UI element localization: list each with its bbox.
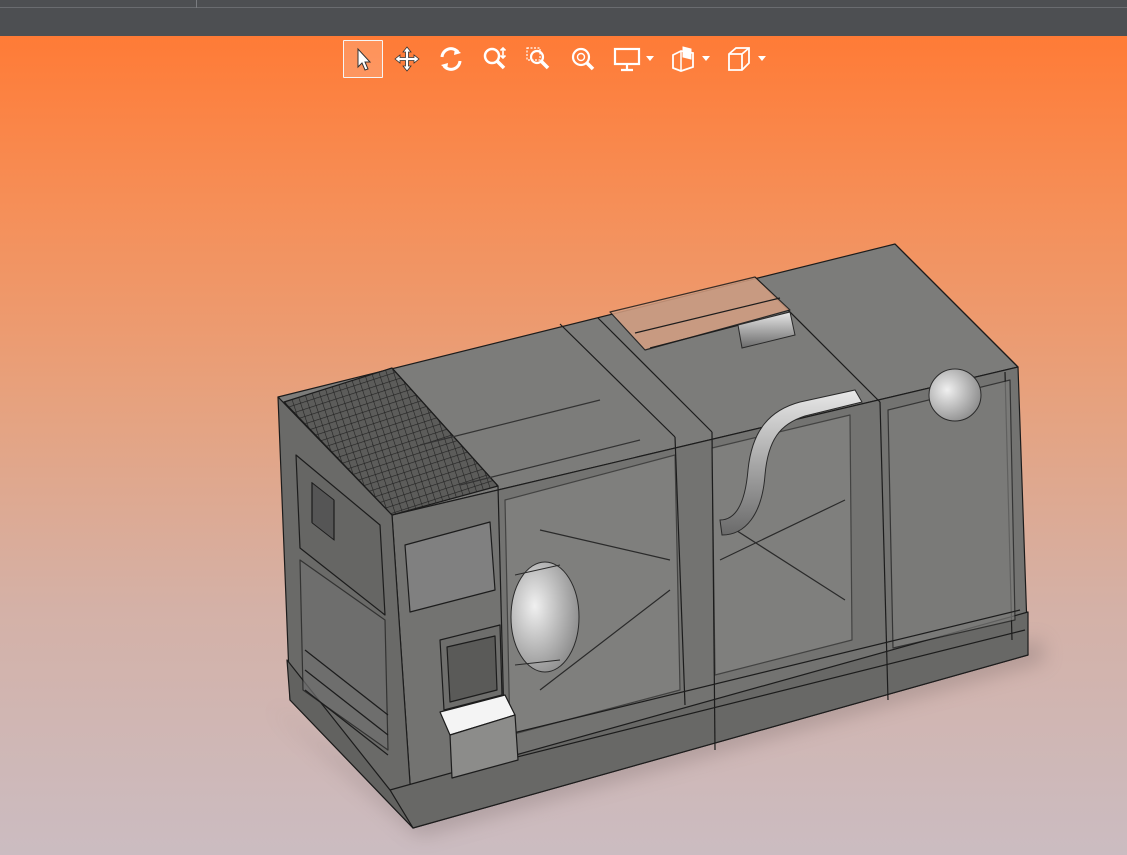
title-bar-separator xyxy=(196,0,197,8)
engine-drum xyxy=(510,561,580,673)
title-bar-divider xyxy=(0,7,1127,8)
enclosure-body xyxy=(277,243,1029,829)
generator-enclosure-model[interactable] xyxy=(0,36,1127,855)
3d-viewport[interactable] xyxy=(0,36,1127,855)
window-title-bar xyxy=(0,0,1127,37)
